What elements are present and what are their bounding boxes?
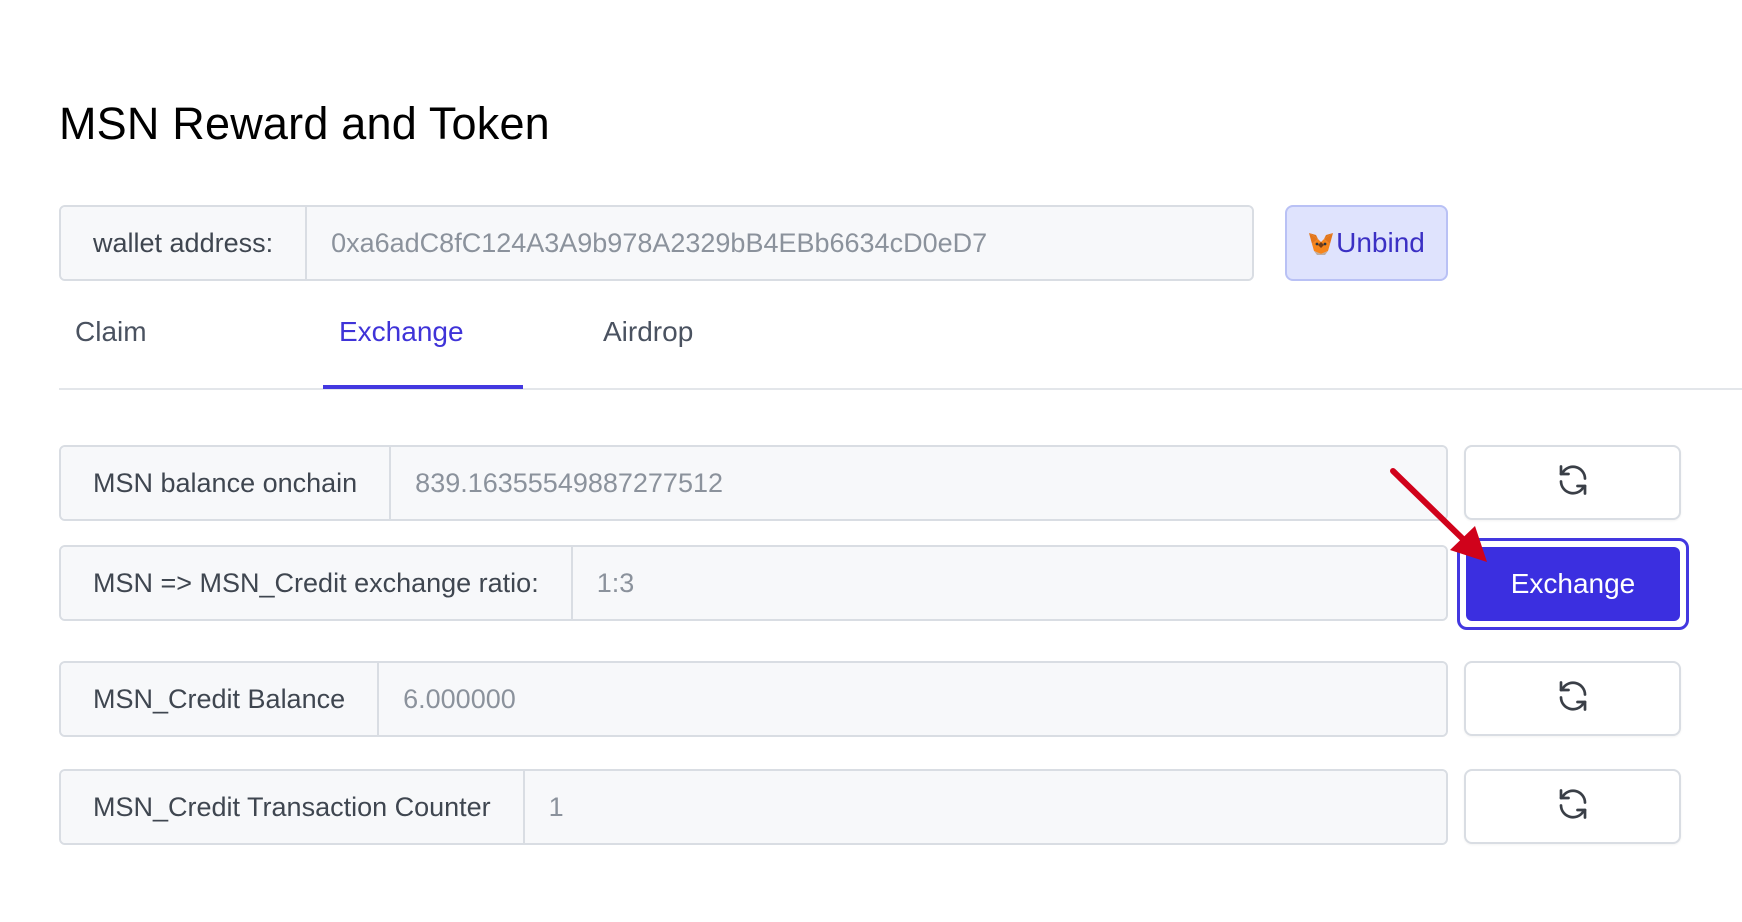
- msn-balance-group: MSN balance onchain 839.1635554988727751…: [59, 445, 1448, 521]
- credit-balance-group: MSN_Credit Balance 6.000000: [59, 661, 1448, 737]
- refresh-icon: [1555, 786, 1591, 827]
- credit-balance-label: MSN_Credit Balance: [61, 663, 380, 735]
- credit-balance-field[interactable]: 6.000000: [379, 663, 1446, 735]
- exchange-ratio-group: MSN => MSN_Credit exchange ratio: 1:3: [59, 545, 1448, 621]
- tx-counter-field[interactable]: 1: [524, 771, 1446, 843]
- msn-balance-label: MSN balance onchain: [61, 447, 392, 519]
- active-tab-indicator: [323, 385, 523, 389]
- wallet-address-field[interactable]: 0xa6adC8fC124A3A9b978A2329bB4EBb6634cD0e…: [307, 207, 1252, 279]
- refresh-credit-balance-button[interactable]: [1464, 661, 1681, 736]
- tab-bar: Claim Exchange Airdrop: [59, 300, 1742, 390]
- unbind-label: Unbind: [1336, 227, 1425, 258]
- tx-counter-label: MSN_Credit Transaction Counter: [61, 771, 525, 843]
- refresh-tx-counter-button[interactable]: [1464, 769, 1681, 844]
- refresh-icon: [1555, 462, 1591, 503]
- refresh-icon: [1555, 678, 1591, 719]
- msn-balance-field[interactable]: 839.16355549887277512: [391, 447, 1446, 519]
- exchange-ratio-label: MSN => MSN_Credit exchange ratio:: [61, 547, 573, 619]
- page-title: MSN Reward and Token: [59, 98, 550, 149]
- tab-claim[interactable]: Claim: [75, 316, 147, 348]
- metamask-fox-icon: [1308, 231, 1334, 255]
- unbind-button[interactable]: Unbind: [1285, 205, 1448, 281]
- tx-counter-group: MSN_Credit Transaction Counter 1: [59, 769, 1448, 845]
- page: MSN Reward and Token wallet address: 0xa…: [0, 0, 1742, 922]
- tab-airdrop[interactable]: Airdrop: [603, 316, 693, 348]
- exchange-ratio-field[interactable]: 1:3: [572, 547, 1446, 619]
- red-arrow-annotation: [1390, 468, 1487, 562]
- tab-exchange[interactable]: Exchange: [339, 316, 464, 348]
- wallet-address-label: wallet address:: [61, 207, 308, 279]
- wallet-address-group: wallet address: 0xa6adC8fC124A3A9b978A23…: [59, 205, 1254, 281]
